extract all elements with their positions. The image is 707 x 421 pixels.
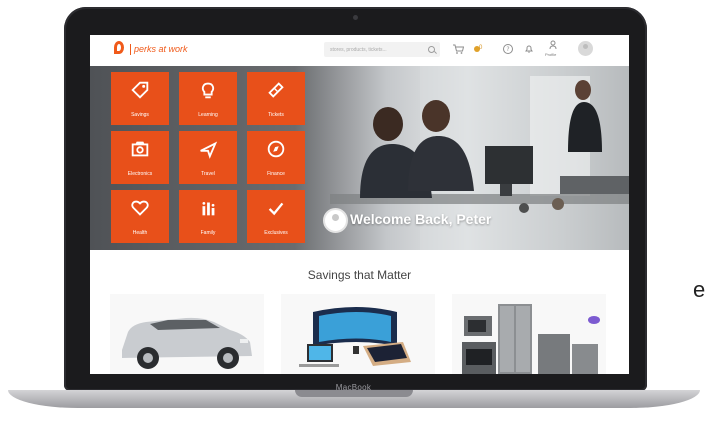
compass-icon [267, 140, 285, 158]
devices-icon [299, 307, 411, 367]
laptop-base [8, 390, 700, 408]
device-label: MacBook [335, 383, 372, 392]
ticket-icon [268, 82, 284, 98]
tile-learning[interactable]: Learning [179, 72, 237, 125]
plane-icon [200, 141, 218, 159]
search-box[interactable] [324, 42, 440, 57]
tile-finance[interactable]: Finance [247, 131, 305, 184]
tile-label: Exclusives [264, 230, 288, 236]
appliances-icon [462, 304, 600, 374]
savings-section-title: Savings that Matter [307, 268, 412, 282]
car-card[interactable] [110, 294, 264, 374]
electronics-card[interactable] [281, 294, 435, 374]
site-header: perks at work 0 ? Profile [90, 35, 629, 67]
help-icon[interactable]: ? [502, 43, 514, 55]
heart-icon [131, 200, 149, 216]
tile-label: Travel [201, 171, 215, 177]
welcome-message: Welcome Back, Peter [350, 211, 492, 227]
tile-label: Finance [267, 171, 285, 177]
tile-family[interactable]: Family [179, 190, 237, 243]
family-icon [202, 202, 215, 216]
tile-health[interactable]: Health [111, 190, 169, 243]
tile-electronics[interactable]: Electronics [111, 131, 169, 184]
search-icon[interactable] [428, 46, 435, 53]
tile-exclusives[interactable]: Exclusives [247, 190, 305, 243]
tile-label: Health [132, 230, 148, 236]
tile-label: Tickets [268, 112, 284, 118]
brand-name[interactable]: perks at work [134, 44, 188, 54]
car-icon [122, 317, 252, 369]
svg-text:?: ? [506, 46, 509, 53]
search-input[interactable] [324, 42, 426, 57]
logo-mark-icon[interactable] [114, 41, 124, 54]
tile-label: Family [200, 230, 216, 236]
appliances-card[interactable] [452, 294, 606, 374]
profile-icon[interactable] [547, 40, 559, 52]
notifications-icon[interactable] [523, 43, 535, 55]
profile-label[interactable]: Profile [545, 52, 556, 57]
hero-banner: Savings Learning Tickets Electronics Tra… [90, 66, 629, 250]
welcome-avatar[interactable] [323, 208, 348, 233]
side-letter: e [693, 277, 706, 302]
tile-label: Learning [198, 112, 218, 118]
tile-savings[interactable]: Savings [111, 72, 169, 125]
tag-icon [131, 81, 149, 99]
avatar[interactable] [578, 41, 593, 56]
camera-dot [353, 15, 358, 20]
points-count[interactable]: 0 [479, 45, 482, 51]
tile-tickets[interactable]: Tickets [247, 72, 305, 125]
tile-travel[interactable]: Travel [179, 131, 237, 184]
cart-icon[interactable] [452, 43, 465, 55]
check-icon [268, 202, 284, 216]
tile-label: Electronics [127, 171, 153, 177]
lightbulb-icon [201, 82, 215, 99]
laptop-screen: perks at work 0 ? Profile [90, 35, 629, 374]
logo-divider [130, 44, 131, 55]
camera-icon [131, 141, 149, 157]
tile-label: Savings [131, 112, 149, 118]
